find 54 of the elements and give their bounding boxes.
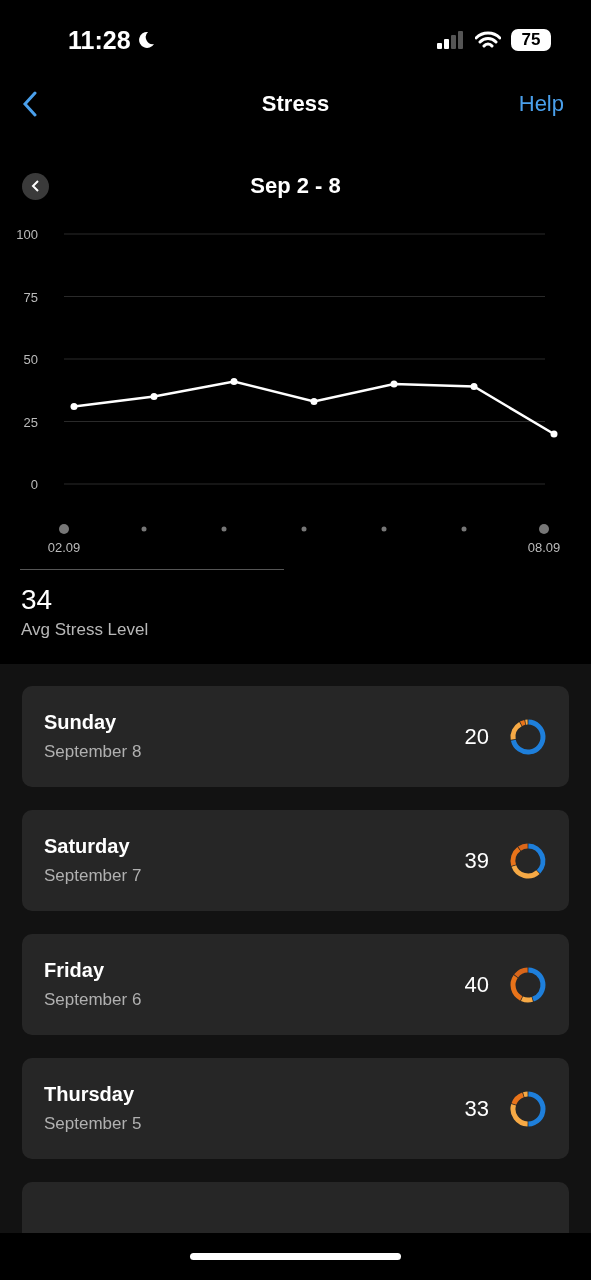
stress-donut-icon [509, 717, 547, 756]
stress-value: 39 [464, 847, 489, 874]
data-point [390, 380, 398, 388]
day-date: September 8 [44, 742, 143, 762]
wifi-icon [475, 30, 501, 50]
axis-label: 25 [23, 414, 38, 430]
axis-label: 100 [16, 227, 38, 242]
day-name: Thursday [44, 1083, 136, 1106]
day-name: Friday [44, 959, 106, 982]
axis-label: 08.09 [527, 540, 561, 555]
day-name: Saturday [44, 835, 131, 858]
day-date: September 7 [44, 866, 143, 886]
chevron-left-icon [30, 180, 41, 192]
day-card[interactable]: Friday September 6 40 [22, 934, 569, 1035]
day-dot [461, 526, 467, 532]
moon-icon [136, 31, 155, 49]
data-point [550, 430, 558, 438]
data-point [150, 393, 158, 400]
avg-stress-value: 34 [21, 584, 54, 616]
data-point [470, 383, 478, 390]
data-point [310, 398, 318, 405]
battery-indicator: 75 [511, 29, 551, 51]
back-icon[interactable] [22, 91, 38, 117]
axis-label: 02.09 [47, 540, 81, 555]
day-card[interactable]: Sunday September 8 20 [22, 686, 569, 787]
day-name: Sunday [44, 711, 118, 734]
axis-label: 0 [30, 477, 38, 492]
axis-label: 50 [23, 352, 38, 367]
page-title: Stress [261, 91, 330, 117]
stress-value: 40 [464, 971, 489, 998]
day-dot [301, 526, 307, 532]
day-dot [221, 526, 227, 532]
day-dot [59, 524, 69, 534]
axis-label: 75 [23, 289, 38, 305]
day-dot [381, 526, 387, 532]
stress-donut-icon [509, 1089, 547, 1128]
data-point [70, 403, 78, 410]
day-card[interactable]: Saturday September 7 39 [22, 810, 569, 911]
stress-value: 20 [464, 723, 489, 750]
data-point [230, 378, 238, 385]
day-dot [141, 526, 147, 532]
help-link[interactable]: Help [518, 91, 564, 117]
status-time: 11:28 [68, 25, 131, 55]
signal-icon [437, 31, 465, 49]
stress-donut-icon [509, 965, 547, 1004]
stress-donut-icon [509, 841, 547, 880]
avg-stress-label: Avg Stress Level [21, 620, 150, 640]
day-date: September 5 [44, 1114, 143, 1134]
day-date: September 6 [44, 990, 143, 1010]
week-range: Sep 2 - 8 [250, 173, 341, 199]
previous-week-button[interactable] [22, 172, 49, 200]
stress-value: 33 [464, 1095, 489, 1122]
day-card[interactable]: Thursday September 5 33 [22, 1058, 569, 1159]
day-dot [539, 524, 549, 534]
